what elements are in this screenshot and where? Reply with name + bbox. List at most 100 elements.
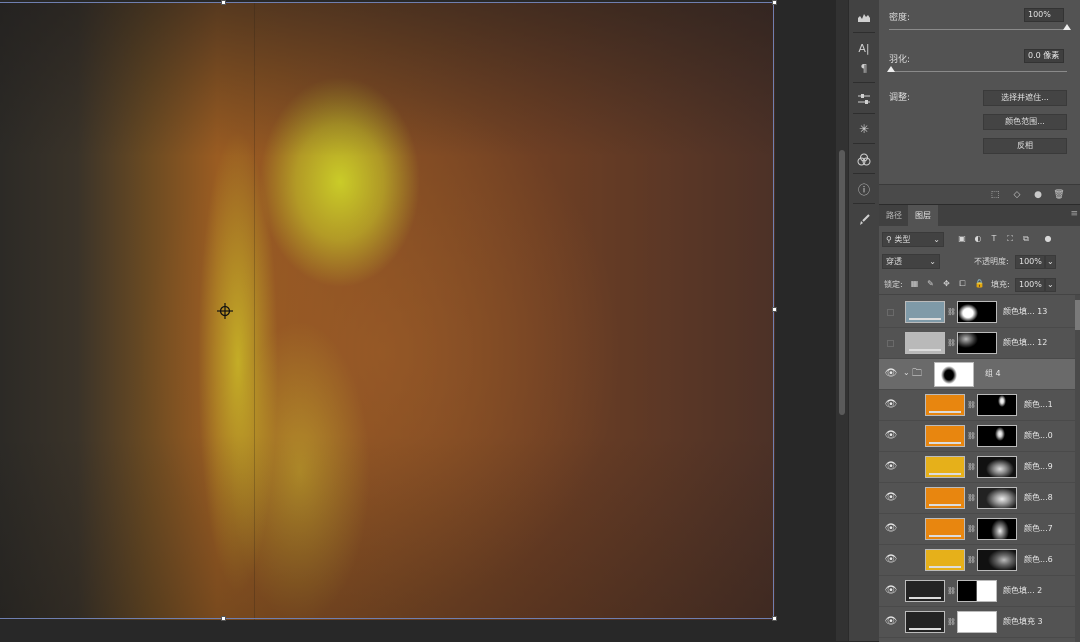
- canvas-scroll-thumb[interactable]: [839, 150, 845, 415]
- color-range-button[interactable]: 颜色范围...: [983, 114, 1067, 130]
- layer-name[interactable]: 颜色填... 12: [1003, 337, 1047, 348]
- mask-link-chain-icon[interactable]: ⛓: [967, 462, 976, 472]
- layer-mask-thumbnail[interactable]: [977, 487, 1017, 509]
- lock-transparent-icon[interactable]: ▦: [909, 278, 920, 289]
- visibility-eye-icon[interactable]: 👁: [884, 585, 898, 597]
- layer-name[interactable]: 颜色...1: [1024, 399, 1053, 410]
- visibility-eye-icon[interactable]: 👁: [884, 399, 898, 411]
- layer-name[interactable]: 颜色...6: [1024, 554, 1053, 565]
- load-selection-icon[interactable]: ⬚: [989, 189, 1001, 201]
- fill-dropdown-icon[interactable]: ⌄: [1045, 278, 1056, 292]
- layers-scroll-thumb[interactable]: [1075, 300, 1080, 330]
- mask-link-chain-icon[interactable]: ⛓: [967, 400, 976, 410]
- channels-icon[interactable]: [853, 148, 875, 170]
- layer-mask-thumbnail[interactable]: [957, 580, 997, 602]
- canvas-vertical-scrollbar[interactable]: [836, 0, 848, 641]
- transform-handle-top-right[interactable]: [772, 0, 777, 5]
- feather-slider-thumb[interactable]: [887, 66, 895, 72]
- filter-shape-icon[interactable]: ⛶: [1004, 233, 1016, 245]
- mask-link-chain-icon[interactable]: ⛓: [967, 524, 976, 534]
- layer-mask-thumbnail[interactable]: [977, 549, 1017, 571]
- visibility-eye-icon[interactable]: 👁: [884, 492, 898, 504]
- layer-name[interactable]: 颜色...0: [1024, 430, 1053, 441]
- layer-name[interactable]: 颜色填充 3: [1003, 616, 1043, 627]
- layer-mask-thumbnail[interactable]: [977, 456, 1017, 478]
- visibility-off-box[interactable]: [887, 340, 894, 347]
- layer-name[interactable]: 颜色...8: [1024, 492, 1053, 503]
- layer-group-row[interactable]: 👁 ⌄ 🗀 组 4: [879, 359, 1075, 390]
- filter-toggle-icon[interactable]: ●: [1042, 233, 1054, 245]
- layer-mask-thumbnail[interactable]: [957, 332, 997, 354]
- layers-scrollbar[interactable]: [1075, 295, 1080, 642]
- filter-adjustment-icon[interactable]: ◐: [972, 233, 984, 245]
- filter-pixel-icon[interactable]: ▣: [956, 233, 968, 245]
- layer-name[interactable]: 颜色填... 13: [1003, 306, 1047, 317]
- mask-link-chain-icon[interactable]: ⛓: [947, 617, 956, 627]
- transform-handle-top[interactable]: [221, 0, 226, 5]
- mask-link-chain-icon[interactable]: ⛓: [947, 307, 956, 317]
- apply-mask-icon[interactable]: ◇: [1011, 189, 1023, 201]
- density-slider[interactable]: [889, 29, 1067, 30]
- layer-name[interactable]: 组 4: [985, 368, 1001, 379]
- visibility-eye-icon[interactable]: 👁: [884, 554, 898, 566]
- histogram-icon[interactable]: [853, 6, 875, 28]
- visibility-eye-icon[interactable]: 👁: [884, 523, 898, 535]
- adjustments-sliders-icon[interactable]: [853, 88, 875, 110]
- panel-menu-icon[interactable]: ≡: [1070, 209, 1078, 219]
- layer-name[interactable]: 颜色...7: [1024, 523, 1053, 534]
- layer-filter-select[interactable]: ⚲ 类型 ⌄: [882, 232, 944, 247]
- layer-row[interactable]: 👁 ⛓ 颜色填充 3: [879, 607, 1075, 638]
- lock-artboard-icon[interactable]: ⧠: [957, 278, 968, 289]
- layer-mask-thumbnail[interactable]: [977, 425, 1017, 447]
- layer-name[interactable]: 颜色填... 2: [1003, 585, 1042, 596]
- layer-mask-thumbnail[interactable]: [957, 301, 997, 323]
- mask-link-chain-icon[interactable]: ⛓: [947, 586, 956, 596]
- layer-row[interactable]: 👁 ⛓ 颜色...6: [879, 545, 1075, 576]
- layer-row[interactable]: 👁 ⛓ 颜色...0: [879, 421, 1075, 452]
- visibility-eye-icon[interactable]: 👁: [884, 368, 898, 380]
- tool-presets-brush-icon[interactable]: [853, 208, 875, 230]
- fill-input[interactable]: 100%: [1015, 278, 1045, 292]
- info-icon[interactable]: ⓘ: [853, 178, 875, 200]
- reference-point-crosshair-icon[interactable]: [217, 303, 233, 319]
- layer-mask-thumbnail[interactable]: [977, 518, 1017, 540]
- visibility-eye-icon[interactable]: 👁: [884, 430, 898, 442]
- layer-mask-thumbnail[interactable]: [957, 611, 997, 633]
- blend-mode-select[interactable]: 穿透 ⌄: [882, 254, 940, 269]
- visibility-eye-icon[interactable]: ●: [1032, 189, 1044, 201]
- canvas-area[interactable]: [0, 0, 836, 641]
- density-slider-thumb[interactable]: [1063, 24, 1071, 30]
- layer-name[interactable]: 颜色...9: [1024, 461, 1053, 472]
- layer-row[interactable]: 👁 ⛓ 颜色...8: [879, 483, 1075, 514]
- visibility-eye-icon[interactable]: 👁: [884, 616, 898, 628]
- character-panel-icon[interactable]: A|: [853, 37, 875, 59]
- visibility-off-box[interactable]: [887, 309, 894, 316]
- layer-row[interactable]: 👁 ⛓ 颜色...7: [879, 514, 1075, 545]
- transform-bounding-box[interactable]: [0, 2, 774, 619]
- layer-row[interactable]: 👁 ⛓ 颜色填... 2: [879, 576, 1075, 607]
- visibility-eye-icon[interactable]: 👁: [884, 461, 898, 473]
- feather-input[interactable]: 0.0 像素: [1024, 49, 1064, 63]
- filter-type-icon[interactable]: T: [988, 233, 1000, 245]
- lock-all-padlock-icon[interactable]: 🔒: [974, 278, 985, 289]
- opacity-input[interactable]: 100%: [1015, 255, 1045, 269]
- delete-mask-trash-icon[interactable]: 🗑: [1053, 189, 1065, 201]
- transform-handle-right[interactable]: [772, 307, 777, 312]
- tab-paths[interactable]: 路径: [879, 205, 909, 226]
- layer-mask-thumbnail[interactable]: [977, 394, 1017, 416]
- transform-handle-bottom-right[interactable]: [772, 616, 777, 621]
- feather-slider[interactable]: [889, 71, 1067, 72]
- brush-settings-icon[interactable]: ✳: [853, 118, 875, 140]
- opacity-dropdown-icon[interactable]: ⌄: [1045, 255, 1056, 269]
- group-expand-chevron-icon[interactable]: ⌄: [903, 368, 910, 377]
- mask-link-chain-icon[interactable]: ⛓: [967, 555, 976, 565]
- layer-row[interactable]: ⛓ 颜色填... 12: [879, 328, 1075, 359]
- mask-link-chain-icon[interactable]: ⛓: [967, 493, 976, 503]
- select-and-mask-button[interactable]: 选择并遮住...: [983, 90, 1067, 106]
- layer-row[interactable]: 👁 ⛓ 颜色...1: [879, 390, 1075, 421]
- invert-button[interactable]: 反相: [983, 138, 1067, 154]
- mask-link-chain-icon[interactable]: ⛓: [967, 431, 976, 441]
- layer-row[interactable]: 👁 ⛓ 颜色...9: [879, 452, 1075, 483]
- filter-smart-object-icon[interactable]: ⧉: [1020, 233, 1032, 245]
- lock-position-move-icon[interactable]: ✥: [941, 278, 952, 289]
